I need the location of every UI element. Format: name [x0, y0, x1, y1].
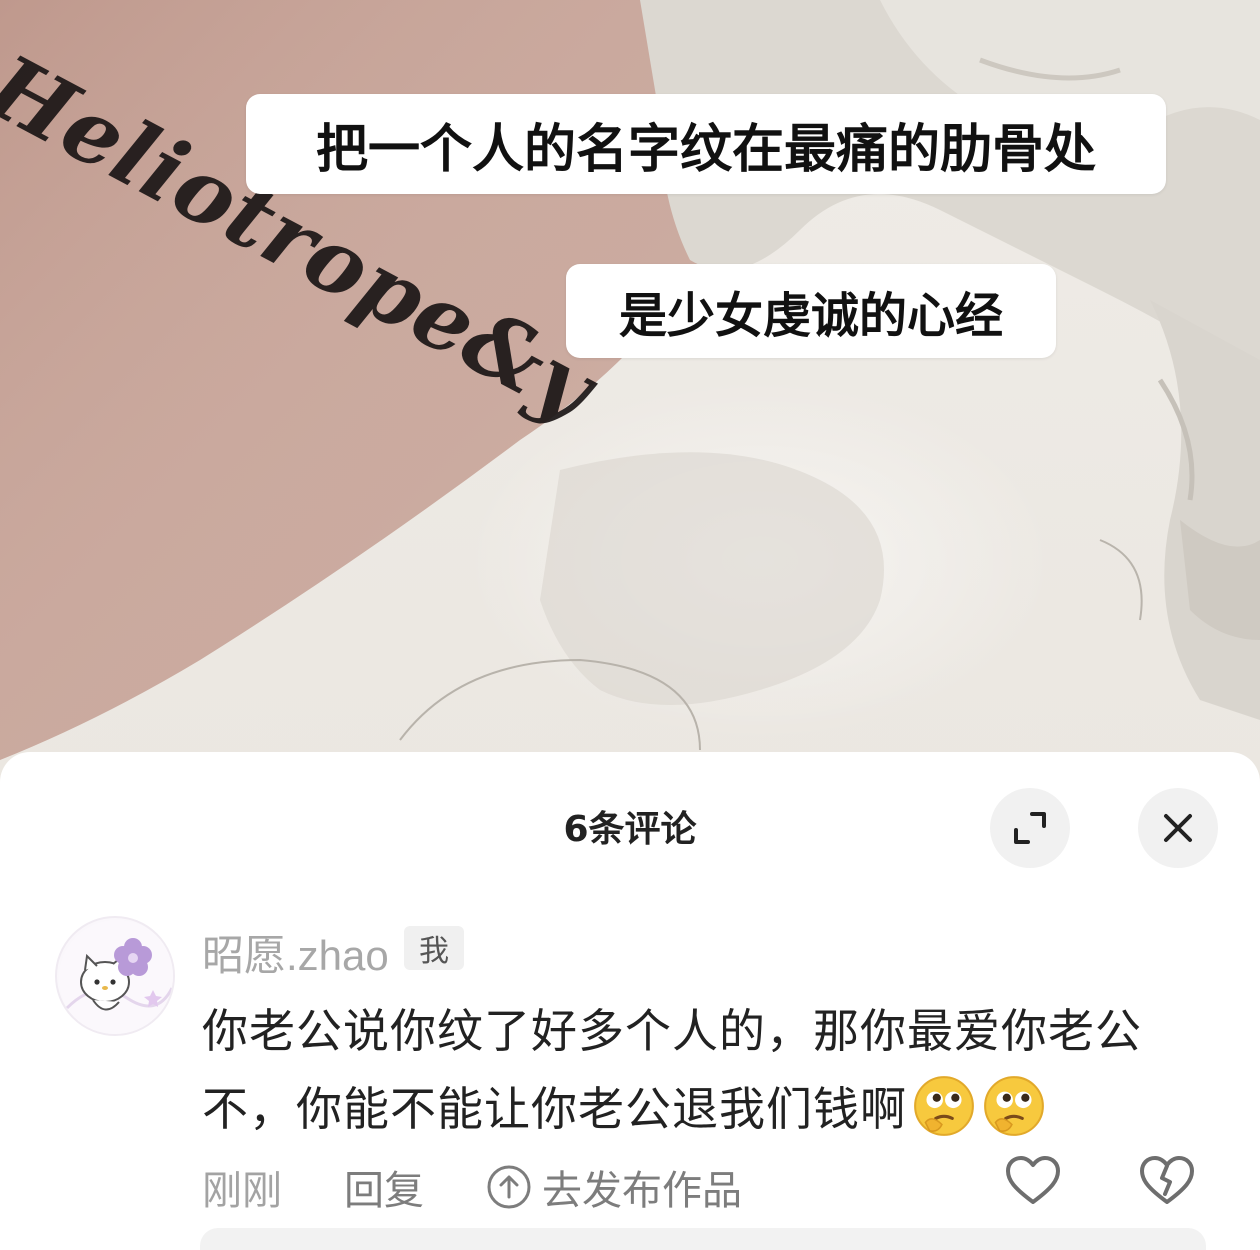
thinking-face-emoji-icon: [984, 1076, 1044, 1136]
caption-line-1: 把一个人的名字纹在最痛的肋骨处: [246, 94, 1166, 194]
close-icon: [1164, 814, 1192, 842]
post-photo: Heliotrope&y 把一个人的名字纹在最痛的肋骨处 是少女虔诚的心经: [0, 0, 1260, 790]
app-screen: Heliotrope&y 把一个人的名字纹在最痛的肋骨处 是少女虔诚的心经 6条…: [0, 0, 1260, 1250]
hello-kitty-avatar-icon: [59, 920, 173, 1034]
comment-time: 刚刚: [202, 1168, 282, 1214]
comment-text-block[interactable]: 你老公说你纹了好多个人的，那你最爱你老公不，你能不能让你老公退我们钱啊: [202, 992, 1212, 1148]
close-button[interactable]: [1138, 788, 1218, 868]
like-button[interactable]: [1004, 1154, 1062, 1212]
dislike-button[interactable]: [1138, 1154, 1196, 1212]
expand-icon: [1014, 812, 1046, 844]
commenter-username[interactable]: 昭愿.zhao: [202, 922, 389, 983]
thinking-face-emoji-icon: [914, 1076, 974, 1136]
upload-arrow-icon: [486, 1164, 532, 1210]
me-badge: 我: [404, 926, 464, 970]
publish-work-button[interactable]: 去发布作品: [486, 1158, 742, 1216]
next-comment-preview: [200, 1228, 1206, 1250]
caption-line-2: 是少女虔诚的心经: [566, 264, 1056, 358]
heart-outline-icon: [1006, 1156, 1060, 1204]
comments-title: 6条评论: [563, 809, 697, 850]
reply-button[interactable]: 回复: [344, 1158, 424, 1216]
expand-button[interactable]: [990, 788, 1070, 868]
publish-work-label: 去发布作品: [542, 1168, 742, 1214]
broken-heart-icon: [1140, 1156, 1194, 1204]
commenter-avatar[interactable]: [55, 916, 175, 1036]
